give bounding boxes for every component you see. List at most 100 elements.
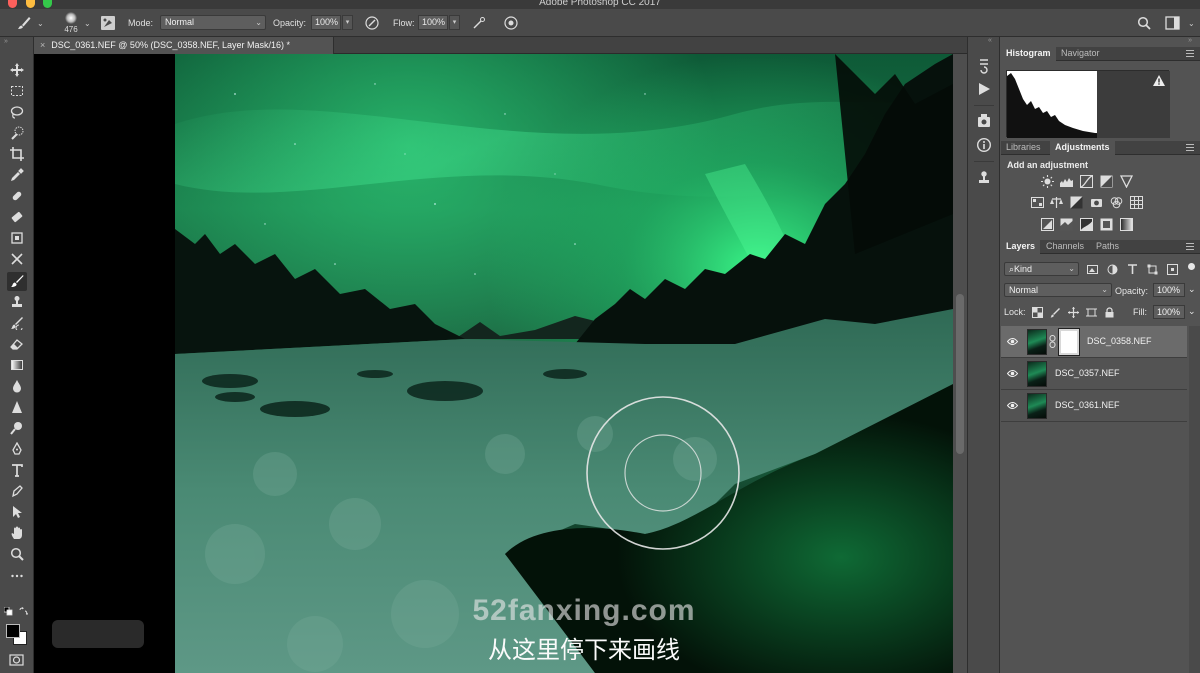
tab-adjustments[interactable]: Adjustments bbox=[1050, 141, 1115, 155]
chevron-down-icon[interactable]: ⌄ bbox=[1188, 284, 1196, 295]
filter-toggle[interactable] bbox=[1188, 263, 1195, 270]
gradient-tool[interactable] bbox=[7, 356, 27, 375]
quick-selection-tool[interactable] bbox=[7, 124, 27, 143]
tab-histogram[interactable]: Histogram bbox=[1001, 47, 1056, 61]
tab-channels[interactable]: Channels bbox=[1041, 240, 1089, 254]
lock-all-icon[interactable] bbox=[1104, 307, 1115, 318]
color-balance-icon[interactable] bbox=[1050, 196, 1063, 209]
eyedropper-tool[interactable] bbox=[7, 166, 27, 185]
layer-row-dsc-0358[interactable]: DSC_0358.NEF bbox=[1001, 326, 1187, 358]
pressure-size-icon[interactable] bbox=[504, 16, 518, 30]
selective-color-icon[interactable] bbox=[1100, 218, 1113, 231]
visibility-eye-icon[interactable] bbox=[1007, 369, 1018, 378]
collapse-panels-icon[interactable]: » bbox=[1188, 37, 1192, 44]
search-icon[interactable] bbox=[1137, 16, 1151, 30]
lock-artboard-icon[interactable] bbox=[1086, 307, 1097, 318]
flow-input[interactable]: 100% bbox=[418, 15, 448, 30]
transform-tool[interactable] bbox=[7, 250, 27, 269]
more-tools[interactable] bbox=[7, 567, 27, 586]
layer-mask-thumbnail[interactable] bbox=[1058, 328, 1080, 356]
layers-scrollbar[interactable] bbox=[1189, 326, 1200, 673]
black-white-icon[interactable] bbox=[1070, 196, 1083, 209]
swap-colors-icon[interactable] bbox=[19, 607, 28, 616]
lock-position-icon[interactable] bbox=[1068, 307, 1079, 318]
visibility-eye-icon[interactable] bbox=[1007, 401, 1018, 410]
opacity-dropdown[interactable]: ▾ bbox=[342, 15, 353, 30]
tab-layers[interactable]: Layers bbox=[1001, 240, 1041, 254]
close-tab-icon[interactable]: × bbox=[40, 40, 45, 50]
document-canvas[interactable] bbox=[34, 54, 953, 673]
lock-transparent-icon[interactable] bbox=[1032, 307, 1043, 318]
direct-selection-tool[interactable] bbox=[7, 503, 27, 522]
brightness-contrast-icon[interactable] bbox=[1041, 175, 1054, 188]
default-colors-icon[interactable] bbox=[4, 607, 13, 616]
invert-icon[interactable] bbox=[1041, 218, 1054, 231]
brush-preset-picker[interactable]: 476 bbox=[60, 11, 82, 35]
sharpen-tool[interactable] bbox=[7, 398, 27, 417]
type-tool[interactable] bbox=[7, 461, 27, 480]
panel-menu-icon[interactable] bbox=[1186, 50, 1194, 57]
mask-link-chain-icon[interactable] bbox=[1049, 335, 1056, 348]
panel-menu-icon[interactable] bbox=[1186, 243, 1194, 250]
dodge-tool[interactable] bbox=[7, 419, 27, 438]
threshold-icon[interactable] bbox=[1080, 218, 1093, 231]
filter-pixel-icon[interactable] bbox=[1087, 264, 1098, 275]
blur-tool[interactable] bbox=[7, 377, 27, 396]
stamp-tool[interactable] bbox=[7, 229, 27, 248]
zoom-tool[interactable] bbox=[7, 545, 27, 564]
cached-data-warning-icon[interactable] bbox=[1153, 75, 1165, 86]
chevron-down-icon[interactable]: ⌄ bbox=[1188, 19, 1195, 28]
exposure-icon[interactable] bbox=[1100, 175, 1113, 188]
lock-image-icon[interactable] bbox=[1050, 307, 1061, 318]
panel-collapse-icon[interactable]: » bbox=[4, 38, 8, 45]
layer-opacity-input[interactable]: 100% bbox=[1153, 283, 1185, 297]
healing-brush-tool[interactable] bbox=[7, 187, 27, 206]
document-tab[interactable]: × DSC_0361.NEF @ 50% (DSC_0358.NEF, Layer… bbox=[34, 37, 334, 54]
hand-tool[interactable] bbox=[7, 524, 27, 543]
layer-row-dsc-0361[interactable]: DSC_0361.NEF bbox=[1001, 390, 1187, 422]
brush-tool-preset-icon[interactable] bbox=[16, 15, 32, 31]
chevron-down-icon[interactable]: ⌄ bbox=[84, 19, 91, 28]
layer-row-dsc-0357[interactable]: DSC_0357.NEF bbox=[1001, 358, 1187, 390]
canvas-vertical-scrollbar[interactable] bbox=[953, 54, 967, 673]
properties-icon[interactable] bbox=[976, 113, 992, 129]
eraser-mini-tool[interactable] bbox=[7, 208, 27, 227]
flow-dropdown[interactable]: ▾ bbox=[449, 15, 460, 30]
brush-tool[interactable] bbox=[7, 272, 27, 291]
airbrush-icon[interactable] bbox=[472, 16, 486, 30]
panel-menu-icon[interactable] bbox=[1186, 144, 1194, 151]
fill-input[interactable]: 100% bbox=[1153, 305, 1185, 319]
levels-icon[interactable] bbox=[1060, 175, 1073, 188]
tab-libraries[interactable]: Libraries bbox=[1001, 141, 1046, 155]
tab-navigator[interactable]: Navigator bbox=[1056, 47, 1105, 61]
history-brush-tool[interactable] bbox=[7, 314, 27, 333]
filter-smart-object-icon[interactable] bbox=[1167, 264, 1178, 275]
mode-select[interactable]: Normal ⌄ bbox=[160, 15, 266, 30]
pen-tool[interactable] bbox=[7, 440, 27, 459]
filter-shape-icon[interactable] bbox=[1147, 264, 1158, 275]
play-actions-icon[interactable] bbox=[976, 81, 992, 97]
lasso-tool[interactable] bbox=[7, 103, 27, 122]
layer-filter-select[interactable]: ⌕Kind ⌄ bbox=[1004, 262, 1079, 276]
path-selection-tool[interactable] bbox=[7, 482, 27, 501]
clone-source-icon[interactable] bbox=[976, 170, 992, 186]
tab-paths[interactable]: Paths bbox=[1091, 240, 1124, 254]
workspace-icon[interactable] bbox=[1165, 16, 1180, 30]
move-tool[interactable] bbox=[7, 61, 27, 80]
collapse-icon[interactable]: « bbox=[988, 37, 992, 44]
visibility-eye-icon[interactable] bbox=[1007, 337, 1018, 346]
hue-saturation-icon[interactable] bbox=[1031, 196, 1044, 209]
gradient-map-icon[interactable] bbox=[1120, 218, 1133, 231]
clone-stamp-tool[interactable] bbox=[7, 293, 27, 312]
pressure-opacity-icon[interactable] bbox=[365, 16, 379, 30]
foreground-color-swatch[interactable] bbox=[6, 624, 20, 638]
crop-tool[interactable] bbox=[7, 145, 27, 164]
brush-panel-toggle-icon[interactable] bbox=[100, 15, 116, 31]
eraser-tool[interactable] bbox=[7, 335, 27, 354]
opacity-input[interactable]: 100% bbox=[311, 15, 341, 30]
vibrance-icon[interactable] bbox=[1120, 175, 1133, 188]
marquee-tool[interactable] bbox=[7, 82, 27, 101]
curves-icon[interactable] bbox=[1080, 175, 1093, 188]
info-icon[interactable] bbox=[976, 137, 992, 153]
channel-mixer-icon[interactable] bbox=[1110, 196, 1123, 209]
